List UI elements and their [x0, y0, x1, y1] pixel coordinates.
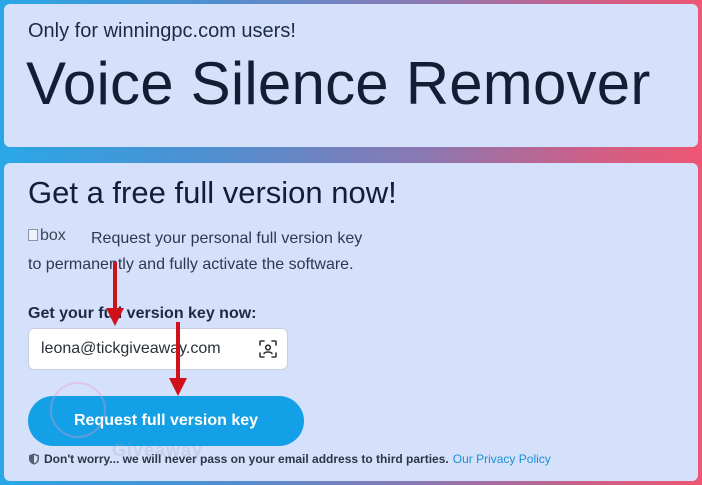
offer-description-line1: Request your personal full version key: [91, 230, 363, 247]
offer-headline: Get a free full version now!: [28, 175, 397, 210]
promo-header: Only for winningpc.com users! Voice Sile…: [4, 4, 698, 147]
email-label: Get your full version key now:: [28, 305, 257, 322]
email-input[interactable]: [41, 329, 251, 369]
box-image: box: [28, 227, 66, 245]
privacy-notice: Don't worry... we will never pass on you…: [28, 452, 551, 466]
watermark-logo: [50, 382, 106, 438]
app-title: Voice Silence Remover: [26, 50, 651, 117]
watermark-text: Giveaway: [112, 440, 204, 460]
privacy-policy-link[interactable]: Our Privacy Policy: [453, 452, 551, 466]
broken-image-icon: [28, 229, 38, 241]
annotation-arrow-icon: [169, 322, 187, 396]
offer-description-line2: to permanently and fully activate the so…: [28, 256, 354, 273]
shield-icon: [29, 453, 39, 465]
privacy-text: Don't worry... we will never pass on you…: [44, 452, 449, 466]
email-field[interactable]: [28, 328, 288, 370]
users-note: Only for winningpc.com users!: [28, 20, 296, 42]
annotation-arrow-icon: [106, 262, 124, 326]
face-scan-icon[interactable]: [259, 340, 277, 358]
box-image-alt: box: [40, 227, 66, 244]
